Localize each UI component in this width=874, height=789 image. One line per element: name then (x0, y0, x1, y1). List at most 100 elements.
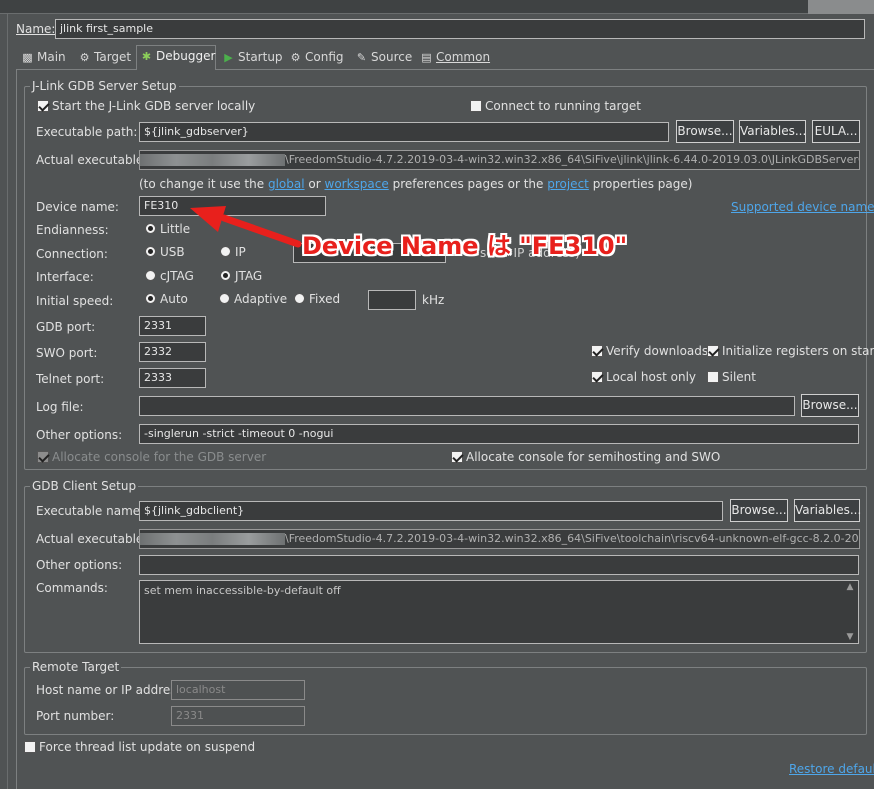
tab-common[interactable]: ▤ Common (420, 47, 490, 69)
chevron-up-icon[interactable]: ▲ (842, 581, 858, 593)
local-host-only-checkbox[interactable] (591, 371, 603, 383)
server-variables-button[interactable]: Variables... (739, 120, 806, 143)
client-variables-button[interactable]: Variables... (794, 499, 861, 522)
redacted-path (140, 154, 285, 166)
start-locally-checkbox[interactable] (37, 100, 49, 112)
bug-icon: ✱ (141, 50, 152, 63)
usb-radio[interactable] (145, 246, 156, 257)
verify-downloads-checkbox[interactable] (591, 345, 603, 357)
auto-speed-radio[interactable] (145, 293, 156, 304)
interface-label: Interface: (36, 270, 94, 284)
jtag-radio[interactable] (220, 270, 231, 281)
alloc-console-semi-checkbox[interactable] (451, 451, 463, 463)
change-hint: (to change it use the global or workspac… (139, 177, 693, 191)
project-link[interactable]: project (547, 177, 589, 191)
khz-label: kHz (422, 293, 445, 307)
alloc-console-gdb-checkbox (37, 451, 49, 463)
client-exec-name-field[interactable]: ${jlink_gdbclient} (139, 501, 723, 521)
swo-port-field[interactable]: 2332 (139, 342, 206, 362)
server-other-options-field[interactable]: -singlerun -strict -timeout 0 -nogui (139, 424, 859, 444)
gdb-port-label: GDB port: (36, 320, 96, 334)
left-gutter (7, 14, 8, 789)
gear-icon: ⚙ (79, 51, 90, 64)
main-icon: ▩ (22, 51, 33, 64)
telnet-port-label: Telnet port: (36, 372, 105, 386)
client-actual-exec-label: Actual executable: (36, 532, 148, 546)
device-name-label: Device name: (36, 200, 119, 214)
config-name-field[interactable]: jlink first_sample (55, 19, 865, 39)
actual-exec-label: Actual executable: (36, 153, 148, 167)
local-host-only-label: Local host only (606, 370, 697, 384)
host-name-label: Host name or IP address: (36, 683, 187, 697)
force-thread-checkbox[interactable] (24, 741, 36, 753)
cjtag-label: cJTAG (160, 269, 194, 283)
tab-debugger[interactable]: ✱ Debugger (136, 45, 216, 70)
silent-checkbox[interactable] (707, 371, 719, 383)
global-link[interactable]: global (268, 177, 305, 191)
telnet-port-field[interactable]: 2333 (139, 368, 206, 388)
jtag-label: JTAG (235, 269, 263, 283)
server-browse-button[interactable]: Browse... (676, 120, 734, 143)
tab-config[interactable]: ⚙ Config (289, 47, 344, 69)
tab-startup[interactable]: ▶ Startup (222, 47, 282, 69)
port-number-field: 2331 (171, 706, 305, 726)
common-icon: ▤ (421, 51, 432, 64)
client-other-options-label: Other options: (36, 558, 123, 572)
start-locally-label: Start the J-Link GDB server locally (52, 99, 256, 113)
alloc-console-semi-label: Allocate console for semihosting and SWO (466, 450, 721, 464)
init-registers-checkbox[interactable] (707, 345, 719, 357)
restore-defaults-link[interactable]: Restore defaults (789, 762, 874, 776)
swo-port-label: SWO port: (36, 346, 98, 360)
top-strip (0, 0, 874, 14)
cjtag-radio[interactable] (145, 270, 156, 281)
client-other-options-field[interactable] (139, 555, 859, 575)
log-file-label: Log file: (36, 400, 84, 414)
client-exec-name-label: Executable name: (36, 504, 145, 518)
tab-main[interactable]: ▩ Main (21, 47, 65, 69)
little-endian-radio[interactable] (145, 223, 156, 234)
exec-path-label: Executable path: (36, 125, 138, 139)
log-file-field[interactable] (139, 396, 795, 416)
tab-target[interactable]: ⚙ Target (78, 47, 132, 69)
remote-target-group (24, 667, 867, 735)
fixed-speed-radio[interactable] (294, 293, 305, 304)
connect-running-checkbox[interactable] (470, 100, 482, 112)
redacted-path (140, 533, 285, 545)
chevron-down-icon[interactable]: ▼ (842, 631, 858, 643)
tab-source[interactable]: ✎ Source (355, 47, 412, 69)
init-registers-label: Initialize registers on start (722, 344, 874, 358)
adaptive-speed-radio[interactable] (219, 293, 230, 304)
log-file-browse-button[interactable]: Browse... (801, 394, 859, 417)
server-other-options-label: Other options: (36, 428, 123, 442)
annotation-arrow (190, 206, 302, 248)
name-label: Name: (16, 22, 56, 36)
eula-button[interactable]: EULA... (812, 120, 860, 143)
force-thread-label: Force thread list update on suspend (39, 740, 256, 754)
actual-exec-field: \FreedomStudio-4.7.2.2019-03-4-win32.win… (139, 150, 860, 170)
initial-speed-label: Initial speed: (36, 294, 114, 308)
source-icon: ✎ (356, 51, 367, 64)
gear-icon: ⚙ (290, 51, 301, 64)
fixed-speed-label: Fixed (309, 292, 341, 306)
supported-devices-link[interactable]: Supported device names (731, 200, 874, 214)
top-right-shade (808, 0, 874, 14)
alloc-console-gdb-label: Allocate console for the GDB server (52, 450, 267, 464)
endianness-label: Endianness: (36, 223, 109, 237)
annotation-text: Device Name は "FE310" (302, 232, 628, 260)
client-actual-exec-field: \FreedomStudio-4.7.2.2019-03-4-win32.win… (139, 529, 860, 549)
adaptive-speed-label: Adaptive (234, 292, 288, 306)
gdb-port-field[interactable]: 2331 (139, 316, 206, 336)
verify-downloads-label: Verify downloads (606, 344, 709, 358)
silent-label: Silent (722, 370, 756, 384)
commands-textarea[interactable]: set mem inaccessible-by-default off (139, 580, 859, 644)
fixed-speed-field[interactable] (368, 290, 416, 310)
client-browse-button[interactable]: Browse... (730, 499, 788, 522)
host-name-field: localhost (171, 680, 305, 700)
gdb-server-group-title: J-Link GDB Server Setup (30, 79, 179, 93)
commands-label: Commands: (36, 581, 108, 595)
exec-path-field[interactable]: ${jlink_gdbserver} (139, 122, 669, 142)
workspace-link[interactable]: workspace (325, 177, 389, 191)
play-icon: ▶ (224, 51, 233, 64)
gdb-client-group-title: GDB Client Setup (30, 479, 139, 493)
commands-scrollbar[interactable]: ▲ ▼ (842, 581, 858, 643)
